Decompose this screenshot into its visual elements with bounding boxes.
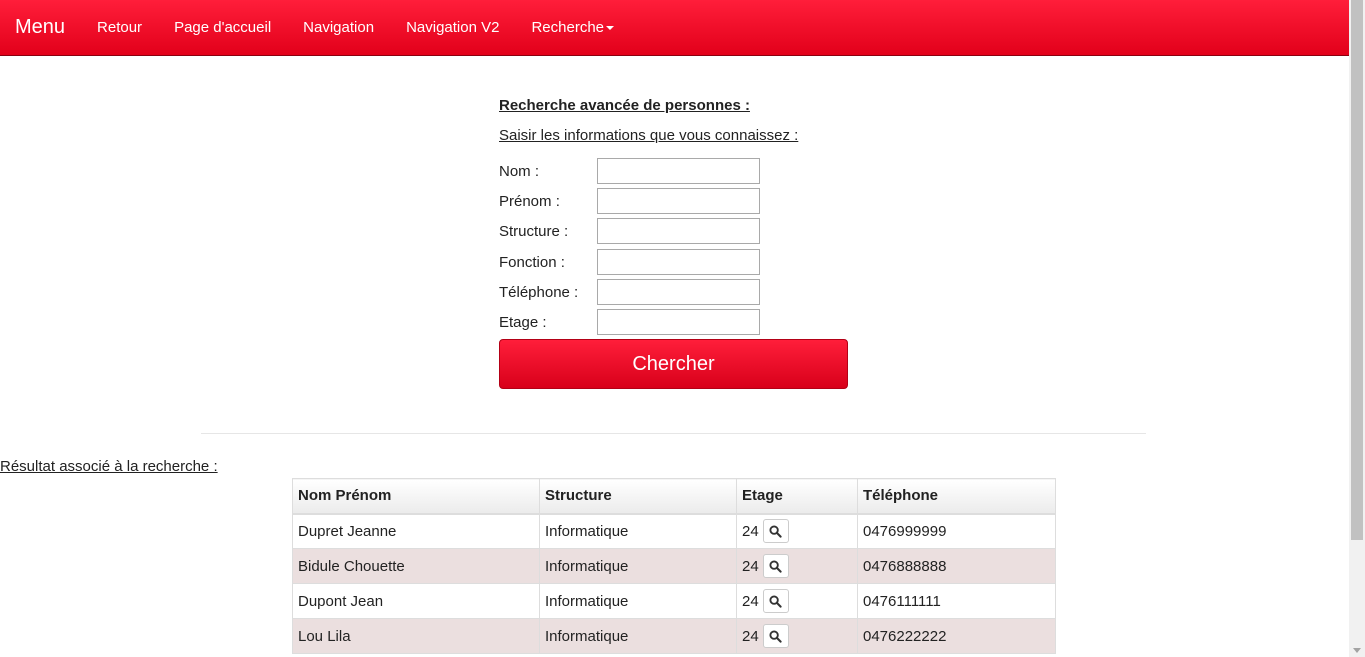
cell-name: Bidule Chouette [292, 548, 540, 584]
cell-structure: Informatique [539, 618, 737, 654]
cell-structure: Informatique [539, 513, 737, 549]
table-row[interactable]: Lou Lila Informatique 24 0476222222 [292, 618, 1056, 654]
results-label: Résultat associé à la recherche : [0, 458, 218, 475]
etage-value: 24 [742, 557, 759, 575]
header-telephone[interactable]: Téléphone [857, 478, 1056, 515]
section-divider [201, 433, 1146, 434]
structure-input[interactable] [597, 218, 760, 244]
nav-link-retour[interactable]: Retour [81, 0, 158, 55]
cell-telephone: 0476111111 [857, 583, 1056, 619]
results-table: Nom Prénom Structure Etage Téléphone Dup… [292, 478, 1056, 654]
form-row-etage: Etage : [499, 309, 769, 337]
header-structure[interactable]: Structure [539, 478, 737, 515]
label-nom: Nom : [499, 163, 540, 180]
label-etage: Etage : [499, 314, 547, 331]
page: Menu Retour Page d'accueil Navigation Na… [0, 0, 1365, 657]
cell-structure: Informatique [539, 583, 737, 619]
search-icon[interactable] [762, 624, 789, 648]
search-icon[interactable] [762, 554, 789, 578]
etage-value: 24 [742, 592, 759, 610]
top-navbar: Menu Retour Page d'accueil Navigation Na… [0, 0, 1349, 56]
label-structure: Structure : [499, 223, 569, 240]
nav-dropdown-label: Recherche [531, 19, 605, 36]
form-row-fonction: Fonction : [499, 249, 769, 277]
chercher-button[interactable]: Chercher [499, 339, 848, 389]
form-row-nom: Nom : [499, 158, 769, 186]
cell-structure: Informatique [539, 548, 737, 584]
cell-telephone: 0476999999 [857, 513, 1056, 549]
table-header-row: Nom Prénom Structure Etage Téléphone [292, 478, 1056, 515]
etage-input[interactable] [597, 309, 760, 335]
cell-etage: 24 [736, 513, 858, 549]
search-icon[interactable] [762, 589, 789, 613]
nav-dropdown-recherche[interactable]: Recherche [515, 0, 630, 55]
menu-brand[interactable]: Menu [15, 16, 65, 39]
nav-link-navigation-v2[interactable]: Navigation V2 [390, 0, 515, 55]
scrollbar-thumb[interactable] [1351, 0, 1363, 540]
form-title: Recherche avancée de personnes : [499, 97, 750, 114]
prenom-input[interactable] [597, 188, 760, 214]
label-prenom: Prénom : [499, 193, 560, 210]
etage-value: 24 [742, 627, 759, 645]
cell-telephone: 0476222222 [857, 618, 1056, 654]
caret-down-icon [606, 25, 615, 30]
nom-input[interactable] [597, 158, 760, 184]
form-row-structure: Structure : [499, 218, 769, 246]
table-row[interactable]: Dupret Jeanne Informatique 24 0476999999 [292, 513, 1056, 549]
header-nom-prenom[interactable]: Nom Prénom [292, 478, 540, 515]
table-row[interactable]: Dupont Jean Informatique 24 0476111111 [292, 583, 1056, 619]
cell-etage: 24 [736, 548, 858, 584]
cell-telephone: 0476888888 [857, 548, 1056, 584]
scroll-down-arrow-icon[interactable] [1353, 648, 1361, 653]
form-subtitle: Saisir les informations que vous connais… [499, 127, 799, 144]
header-etage[interactable]: Etage [736, 478, 858, 515]
form-row-prenom: Prénom : [499, 188, 769, 216]
vertical-scrollbar[interactable] [1349, 0, 1365, 657]
nav-link-navigation[interactable]: Navigation [287, 0, 390, 55]
telephone-input[interactable] [597, 279, 760, 305]
fonction-input[interactable] [597, 249, 760, 275]
label-telephone: Téléphone : [499, 284, 579, 301]
table-row[interactable]: Bidule Chouette Informatique 24 04768888… [292, 548, 1056, 584]
search-icon[interactable] [762, 519, 789, 544]
cell-etage: 24 [736, 618, 858, 654]
cell-name: Dupret Jeanne [292, 513, 540, 549]
etage-value: 24 [742, 522, 759, 540]
label-fonction: Fonction : [499, 254, 565, 271]
cell-name: Dupont Jean [292, 583, 540, 619]
nav-link-accueil[interactable]: Page d'accueil [158, 0, 287, 55]
cell-name: Lou Lila [292, 618, 540, 654]
cell-etage: 24 [736, 583, 858, 619]
form-row-telephone: Téléphone : [499, 279, 769, 307]
